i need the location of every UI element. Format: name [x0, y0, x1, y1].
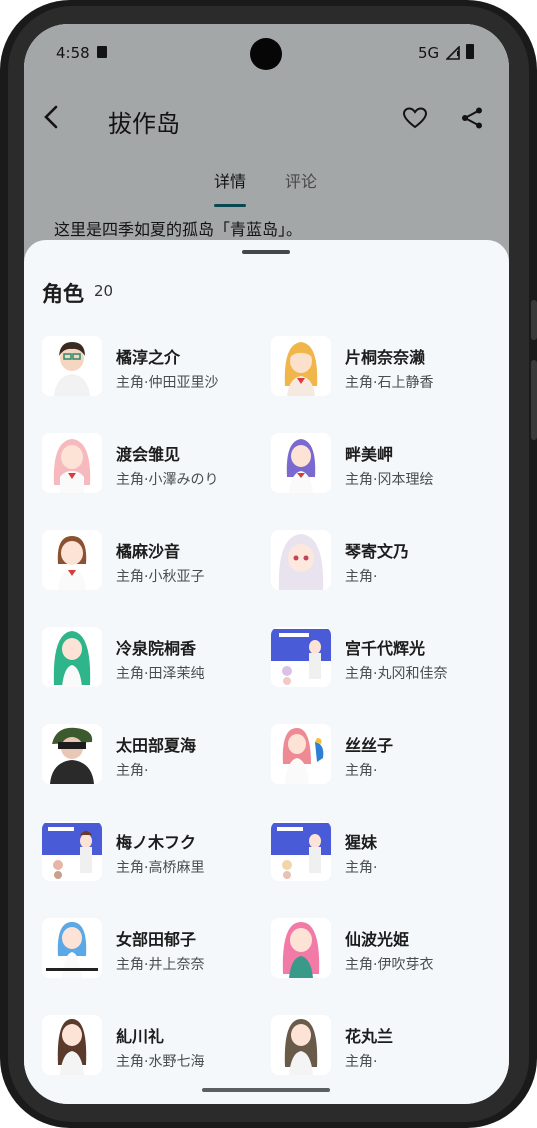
character-role: 主角·冈本理绘: [345, 472, 434, 488]
character-name: 女部田郁子: [116, 930, 197, 949]
character-card[interactable]: 糺川礼 主角·水野七海: [42, 1015, 262, 1079]
character-role: 主角·: [345, 569, 378, 585]
character-name: 太田部夏海: [116, 736, 197, 755]
character-name: 仙波光姫: [345, 930, 410, 949]
character-avatar: [271, 918, 331, 978]
volume-button: [531, 300, 537, 340]
character-avatar: [42, 336, 102, 396]
character-count: 20: [94, 282, 114, 300]
character-name: 橘麻沙音: [116, 542, 181, 561]
character-name: 糺川礼: [116, 1027, 165, 1046]
character-name: 片桐奈奈濑: [345, 348, 426, 367]
gesture-home-bar[interactable]: [202, 1088, 330, 1092]
character-card[interactable]: 女部田郁子 主角·井上奈奈: [42, 918, 262, 982]
character-card[interactable]: 太田部夏海 主角·: [42, 724, 262, 788]
phone-frame: 4:58 5G 拔作岛 详情 评论 这里是四季如夏的孤岛「青蓝岛」。 角色 20…: [0, 0, 537, 1128]
character-card[interactable]: 仙波光姫 主角·伊吹芽衣: [271, 918, 491, 982]
character-avatar: [271, 530, 331, 590]
character-card[interactable]: 渡会雏见 主角·小澤みのり: [42, 433, 262, 497]
character-avatar: [42, 530, 102, 590]
character-role: 主角·: [345, 763, 378, 779]
character-avatar: [271, 724, 331, 784]
character-avatar: [42, 433, 102, 493]
character-avatar: [271, 433, 331, 493]
character-name: 冷泉院桐香: [116, 639, 197, 658]
character-card[interactable]: 畔美岬 主角·冈本理绘: [271, 433, 491, 497]
character-card[interactable]: 宫千代辉光 主角·丸冈和佳奈: [271, 627, 491, 691]
character-card[interactable]: 梅ノ木フク 主角·高桥麻里: [42, 821, 262, 885]
character-role: 主角·水野七海: [116, 1054, 205, 1070]
character-name: 梅ノ木フク: [116, 833, 197, 852]
character-name: 渡会雏见: [116, 445, 181, 464]
power-button: [531, 360, 537, 440]
character-role: 主角·小澤みのり: [116, 472, 219, 488]
character-avatar: [42, 1015, 102, 1075]
character-name: 宫千代辉光: [345, 639, 426, 658]
character-card[interactable]: 丝丝子 主角·: [271, 724, 491, 788]
character-card[interactable]: 片桐奈奈濑 主角·石上静香: [271, 336, 491, 400]
character-role: 主角·: [116, 763, 149, 779]
character-card[interactable]: 猩妹 主角·: [271, 821, 491, 885]
character-name: 花丸兰: [345, 1027, 394, 1046]
character-card[interactable]: 花丸兰 主角·: [271, 1015, 491, 1079]
character-name: 猩妹: [345, 833, 378, 852]
character-name: 丝丝子: [345, 736, 394, 755]
character-avatar: [42, 821, 102, 881]
character-role: 主角·石上静香: [345, 375, 434, 391]
character-role: 主角·仲田亚里沙: [116, 375, 219, 391]
character-role: 主角·伊吹芽衣: [345, 957, 434, 973]
sheet-title: 角色: [42, 282, 84, 306]
character-role: 主角·田泽茉纯: [116, 666, 205, 682]
character-name: 琴寄文乃: [345, 542, 410, 561]
character-avatar: [271, 336, 331, 396]
character-name: 畔美岬: [345, 445, 394, 464]
character-role: 主角·高桥麻里: [116, 860, 205, 876]
character-role: 主角·井上奈奈: [116, 957, 205, 973]
character-card[interactable]: 橘淳之介 主角·仲田亚里沙: [42, 336, 262, 400]
character-card[interactable]: 冷泉院桐香 主角·田泽茉纯: [42, 627, 262, 691]
character-avatar: [271, 1015, 331, 1075]
character-role: 主角·丸冈和佳奈: [345, 666, 448, 682]
characters-bottom-sheet: 角色 20 橘淳之介 主角·仲田亚里沙 片桐奈奈濑 主角·石上静香 渡会雏见 主…: [24, 240, 509, 1104]
sheet-drag-handle[interactable]: [242, 250, 290, 254]
character-avatar: [271, 821, 331, 881]
character-avatar: [42, 627, 102, 687]
character-role: 主角·: [345, 860, 378, 876]
character-card[interactable]: 橘麻沙音 主角·小秋亚子: [42, 530, 262, 594]
character-avatar: [271, 627, 331, 687]
character-name: 橘淳之介: [116, 348, 181, 367]
character-avatar: [42, 724, 102, 784]
character-card[interactable]: 琴寄文乃 主角·: [271, 530, 491, 594]
character-avatar: [42, 918, 102, 978]
screen: 4:58 5G 拔作岛 详情 评论 这里是四季如夏的孤岛「青蓝岛」。 角色 20…: [24, 24, 509, 1104]
character-role: 主角·小秋亚子: [116, 569, 205, 585]
character-role: 主角·: [345, 1054, 378, 1070]
